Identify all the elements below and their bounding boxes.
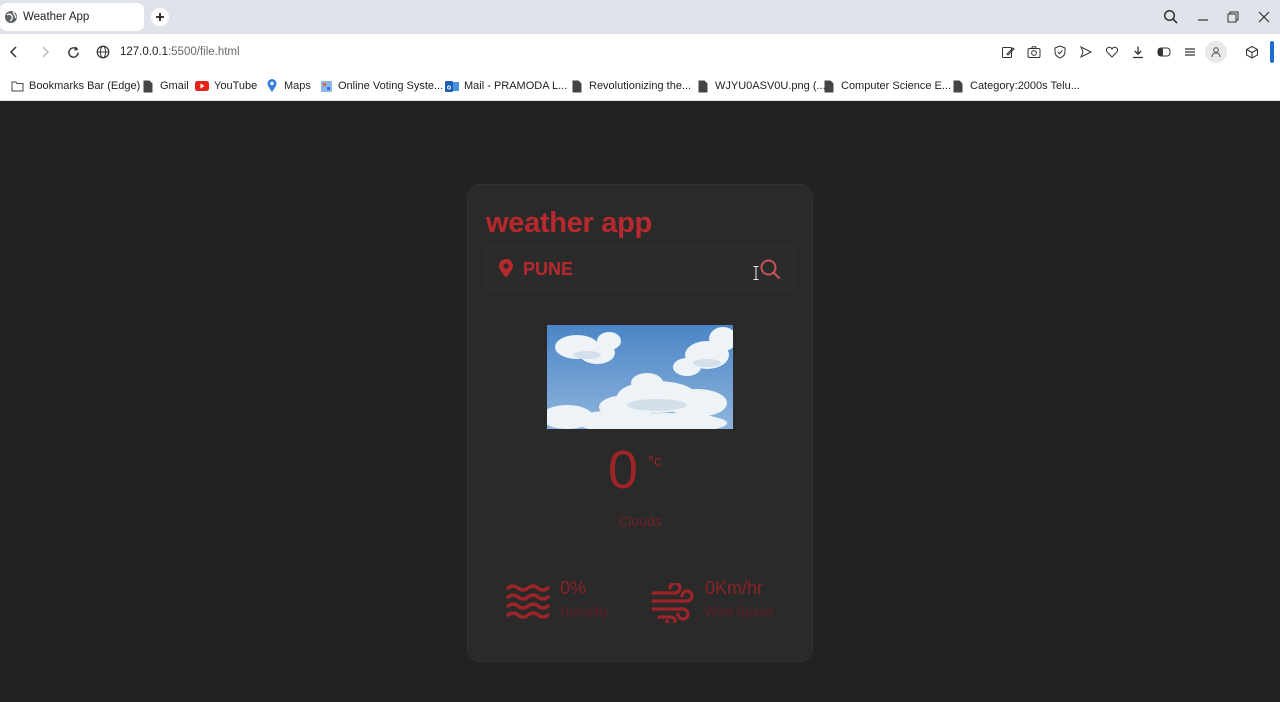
bookmark-gmail[interactable]: Gmail	[141, 78, 189, 94]
wind-speed-value: 0Km/hr	[705, 578, 764, 598]
bookmark-youtube[interactable]: YouTube	[195, 78, 257, 94]
bookmark-revolutionizing[interactable]: Revolutionizing the...	[570, 78, 691, 94]
app-title: weather app	[486, 207, 652, 239]
tab-weather-app[interactable]: Weather App	[0, 3, 144, 31]
bookmark-label: Revolutionizing the...	[589, 80, 692, 92]
humidity-label: Humidity	[560, 605, 609, 619]
clouds-weather-image	[547, 325, 733, 429]
bookmark-maps[interactable]: Maps	[265, 78, 311, 94]
bookmark-computer-science[interactable]: Computer Science E...	[822, 78, 951, 94]
page-icon	[951, 79, 965, 93]
profile-button[interactable]	[1205, 41, 1227, 63]
location-pin-icon	[498, 259, 514, 283]
bookmark-label: Computer Science E...	[841, 80, 952, 92]
bookmarks-bar: Bookmarks Bar (Edge) Gmail YouTube Maps …	[0, 70, 1280, 101]
search-tabs-button[interactable]	[1160, 6, 1182, 28]
close-window-button[interactable]	[1253, 6, 1275, 28]
search-icon	[1163, 9, 1178, 24]
bookmark-mail-pramoda[interactable]: o Mail - PRAMODA L...	[445, 78, 567, 94]
outlook-icon: o	[445, 79, 459, 93]
restore-icon	[1227, 11, 1239, 23]
shield-button[interactable]	[1050, 42, 1070, 62]
download-icon	[1133, 46, 1143, 59]
maps-pin-icon	[265, 79, 279, 93]
minimize-button[interactable]	[1192, 6, 1214, 28]
wind-speed-label: Wind Speed	[705, 605, 774, 619]
youtube-icon	[195, 79, 209, 93]
bookmark-label: Mail - PRAMODA L...	[464, 80, 568, 92]
back-arrow-icon	[9, 46, 17, 58]
reload-button[interactable]	[63, 42, 83, 62]
user-icon	[1211, 47, 1221, 58]
favorites-button[interactable]	[1102, 42, 1122, 62]
bookmark-category-telugu[interactable]: Category:2000s Telu...	[951, 78, 1080, 94]
reload-icon	[67, 46, 79, 58]
forward-button[interactable]	[35, 42, 55, 62]
city-search-input[interactable]	[523, 256, 753, 282]
url-path: :5500/file.html	[167, 46, 240, 58]
globe-favicon-icon	[4, 10, 18, 24]
shield-icon	[1054, 45, 1066, 59]
wind-speed-stat: 0Km/hr Wind Speed	[651, 578, 801, 628]
restore-button[interactable]	[1222, 6, 1244, 28]
extensions-button[interactable]	[1242, 42, 1262, 62]
edit-pencil-icon	[1002, 47, 1015, 58]
site-info-globe-icon[interactable]	[96, 45, 110, 59]
back-button[interactable]	[4, 42, 24, 62]
bookmark-label: WJYU0ASV0U.png (...	[715, 80, 826, 92]
bookmark-online-voting[interactable]: Online Voting Syste...	[319, 78, 443, 94]
page-icon	[822, 79, 836, 93]
browser-toolbar: 127.0.0.1:5500/file.html	[0, 34, 1280, 70]
send-button[interactable]	[1076, 42, 1096, 62]
folder-icon	[10, 79, 24, 93]
bookmark-label: Category:2000s Telu...	[970, 80, 1080, 92]
camera-icon	[1027, 46, 1041, 58]
url-host: 127.0.0.1	[120, 46, 168, 58]
forward-arrow-icon	[42, 46, 50, 58]
temperature-value: 0	[608, 440, 639, 500]
search-icon	[760, 259, 781, 280]
bookmark-bookmarks-bar-folder[interactable]: Bookmarks Bar (Edge)	[10, 78, 140, 94]
search-button[interactable]	[759, 258, 781, 280]
downloads-button[interactable]	[1128, 42, 1148, 62]
bookmark-label: Online Voting Syste...	[338, 80, 444, 92]
minimize-icon	[1198, 19, 1208, 21]
wind-icon	[651, 581, 695, 628]
svg-text:o: o	[447, 84, 451, 91]
send-arrow-icon	[1080, 45, 1093, 59]
menu-button[interactable]	[1180, 42, 1200, 62]
tab-title: Weather App	[23, 11, 90, 23]
new-tab-button[interactable]	[151, 8, 169, 26]
search-bar	[486, 245, 794, 291]
weather-condition: Clouds	[618, 513, 662, 529]
sidebar-toggle-icon	[1157, 47, 1171, 57]
close-icon	[1258, 11, 1270, 23]
reading-mode-button[interactable]	[1154, 42, 1174, 62]
bookmark-label: Maps	[284, 80, 311, 92]
tab-strip: Weather App	[0, 0, 1280, 34]
temperature-unit: °c	[648, 453, 662, 470]
humidity-stat: 0% Humidity	[506, 578, 626, 627]
url-text[interactable]: 127.0.0.1:5500/file.html	[120, 46, 240, 58]
page-icon	[570, 79, 584, 93]
page-icon	[141, 79, 155, 93]
address-bar[interactable]: 127.0.0.1:5500/file.html	[96, 39, 976, 65]
cube-icon	[1246, 45, 1258, 59]
screenshot-button[interactable]	[1024, 42, 1044, 62]
edit-button[interactable]	[998, 42, 1018, 62]
bookmark-label: Bookmarks Bar (Edge)	[29, 80, 141, 92]
page-viewport: weather app PUNE 0 °c Clouds 0% Humidity…	[0, 102, 1280, 702]
plus-icon	[156, 13, 164, 21]
weather-card: weather app PUNE 0 °c Clouds 0% Humidity…	[467, 184, 813, 662]
voting-icon	[319, 79, 333, 93]
heart-icon	[1105, 46, 1119, 58]
humidity-value: 0%	[560, 578, 587, 598]
page-icon	[696, 79, 710, 93]
menu-lines-icon	[1185, 48, 1195, 56]
bookmark-wjyu-png[interactable]: WJYU0ASV0U.png (...	[696, 78, 826, 94]
bookmark-label: Gmail	[160, 80, 189, 92]
humidity-waves-icon	[506, 583, 550, 624]
bookmark-label: YouTube	[214, 80, 258, 92]
sidebar-accent-bar	[1270, 41, 1274, 63]
